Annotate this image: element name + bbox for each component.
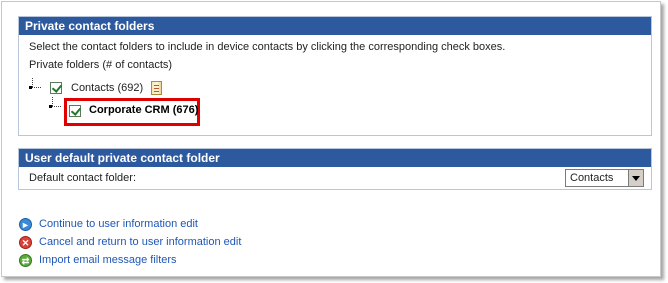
section-title: Private contact folders: [19, 17, 651, 35]
corporate-crm-checkbox[interactable]: [69, 105, 81, 117]
instructions-text: Select the contact folders to include in…: [29, 41, 506, 53]
cancel-link[interactable]: Cancel and return to user information ed…: [39, 236, 241, 248]
corporate-crm-folder-label: Corporate CRM (676): [89, 104, 199, 116]
import-filters-link[interactable]: Import email message filters: [39, 254, 177, 266]
dialog-frame: Private contact folders Select the conta…: [1, 1, 661, 277]
cancel-x-icon: ✕: [19, 236, 32, 249]
chevron-down-icon[interactable]: [628, 170, 643, 186]
continue-link[interactable]: Continue to user information edit: [39, 218, 198, 230]
private-folders-label: Private folders (# of contacts): [29, 59, 173, 71]
tree-connector: [49, 97, 61, 111]
tree-connector: [29, 78, 41, 92]
section-title: User default private contact folder: [19, 149, 651, 167]
address-book-icon: [151, 81, 162, 95]
continue-arrow-icon: ►: [19, 218, 32, 231]
contacts-checkbox[interactable]: [50, 82, 62, 94]
import-icon: ⇄: [19, 254, 32, 267]
select-value: Contacts: [570, 172, 614, 184]
default-contact-folder-select[interactable]: Contacts: [565, 169, 644, 187]
contacts-folder-label: Contacts (692): [71, 82, 144, 94]
default-contact-folder-label: Default contact folder:: [29, 172, 137, 184]
